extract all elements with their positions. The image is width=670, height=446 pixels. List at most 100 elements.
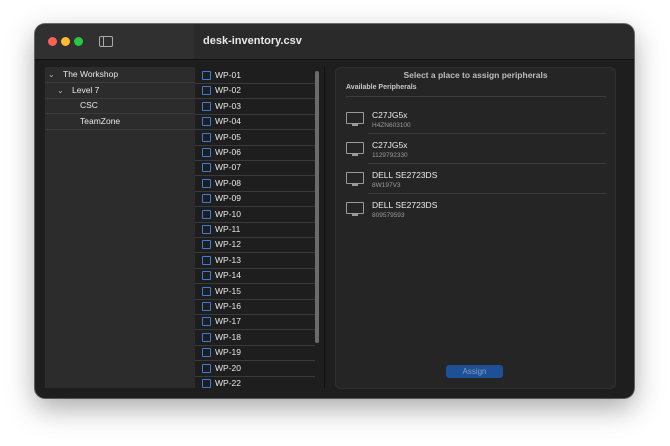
peripheral-item[interactable]: DELL SE2723DS 8W197V3 bbox=[336, 164, 615, 194]
peripheral-item[interactable]: C27JG5x H4ZN603100 bbox=[336, 104, 615, 134]
desk-label: WP-18 bbox=[215, 332, 241, 342]
desk-label: WP-05 bbox=[215, 132, 241, 142]
desk-checkbox[interactable] bbox=[202, 287, 211, 296]
desk-checkbox[interactable] bbox=[202, 71, 211, 80]
desk-label: WP-17 bbox=[215, 316, 241, 326]
peripheral-item[interactable]: C27JG5x 1129792330 bbox=[336, 134, 615, 164]
desk-row[interactable]: WP-14 bbox=[195, 268, 315, 284]
desk-checkbox[interactable] bbox=[202, 364, 211, 373]
chevron-down-icon[interactable]: ⌄ bbox=[57, 83, 64, 98]
monitor-icon bbox=[346, 172, 364, 186]
desk-label: WP-15 bbox=[215, 286, 241, 296]
peripheral-serial: 809579593 bbox=[372, 212, 405, 219]
tree-item-label: Level 7 bbox=[72, 85, 100, 95]
peripheral-name: DELL SE2723DS bbox=[372, 200, 438, 210]
close-window-button[interactable] bbox=[48, 37, 57, 46]
desk-row[interactable]: WP-18 bbox=[195, 330, 315, 346]
tree-item-label: The Workshop bbox=[63, 69, 119, 79]
desk-label: WP-08 bbox=[215, 178, 241, 188]
desk-row[interactable]: WP-13 bbox=[195, 253, 315, 269]
tree-item-the-workshop[interactable]: ⌄ The Workshop bbox=[45, 67, 195, 83]
peripheral-name: C27JG5x bbox=[372, 140, 408, 150]
desk-label: WP-07 bbox=[215, 162, 241, 172]
desk-checkbox[interactable] bbox=[202, 271, 211, 280]
desk-checkbox[interactable] bbox=[202, 210, 211, 219]
peripheral-serial: 8W197V3 bbox=[372, 182, 401, 189]
minimize-window-button[interactable] bbox=[61, 37, 70, 46]
desk-checkbox[interactable] bbox=[202, 148, 211, 157]
desk-label: WP-16 bbox=[215, 301, 241, 311]
desk-list: WP-01 WP-02 WP-03 WP-04 WP-05 WP-06 WP-0… bbox=[195, 67, 323, 388]
desk-row[interactable]: WP-19 bbox=[195, 345, 315, 361]
desk-list-scrollbar[interactable] bbox=[315, 71, 319, 343]
tree-item-csc[interactable]: CSC bbox=[45, 98, 195, 114]
chevron-down-icon[interactable]: ⌄ bbox=[48, 67, 55, 82]
desk-checkbox[interactable] bbox=[202, 163, 211, 172]
section-divider bbox=[346, 96, 606, 97]
title-bar: desk-inventory.csv bbox=[35, 24, 634, 60]
tree-item-teamzone[interactable]: TeamZone bbox=[45, 114, 195, 130]
desk-row[interactable]: WP-09 bbox=[195, 191, 315, 207]
desk-row[interactable]: WP-03 bbox=[195, 99, 315, 115]
desk-checkbox[interactable] bbox=[202, 86, 211, 95]
desk-checkbox[interactable] bbox=[202, 225, 211, 234]
monitor-icon bbox=[346, 142, 364, 156]
desk-row[interactable]: WP-04 bbox=[195, 114, 315, 130]
monitor-icon bbox=[346, 202, 364, 216]
desk-row[interactable]: WP-08 bbox=[195, 176, 315, 192]
desk-row[interactable]: WP-22 bbox=[195, 376, 315, 388]
desk-label: WP-19 bbox=[215, 347, 241, 357]
assign-button[interactable]: Assign bbox=[446, 365, 503, 378]
desk-checkbox[interactable] bbox=[202, 240, 211, 249]
app-window: desk-inventory.csv ⌄ The Workshop ⌄ Leve… bbox=[35, 24, 634, 398]
tree-item-level-7[interactable]: ⌄ Level 7 bbox=[45, 83, 195, 99]
location-tree: ⌄ The Workshop ⌄ Level 7 CSC TeamZone bbox=[45, 67, 196, 388]
desk-label: WP-04 bbox=[215, 116, 241, 126]
panel-title: Select a place to assign peripherals bbox=[403, 70, 548, 80]
desk-label: WP-14 bbox=[215, 270, 241, 280]
desk-row[interactable]: WP-06 bbox=[195, 145, 315, 161]
desk-label: WP-02 bbox=[215, 85, 241, 95]
desk-checkbox[interactable] bbox=[202, 102, 211, 111]
desk-checkbox[interactable] bbox=[202, 302, 211, 311]
desk-row[interactable]: WP-12 bbox=[195, 237, 315, 253]
peripheral-name: C27JG5x bbox=[372, 110, 408, 120]
peripheral-serial: 1129792330 bbox=[372, 152, 408, 159]
desk-checkbox[interactable] bbox=[202, 379, 211, 388]
assign-panel: Select a place to assign peripherals Ava… bbox=[335, 67, 616, 389]
split-divider[interactable] bbox=[324, 67, 325, 388]
desk-row[interactable]: WP-11 bbox=[195, 222, 315, 238]
desk-checkbox[interactable] bbox=[202, 348, 211, 357]
desk-checkbox[interactable] bbox=[202, 117, 211, 126]
desk-row[interactable]: WP-07 bbox=[195, 160, 315, 176]
desk-row[interactable]: WP-16 bbox=[195, 299, 315, 315]
desk-label: WP-20 bbox=[215, 363, 241, 373]
desk-row[interactable]: WP-02 bbox=[195, 83, 315, 99]
desk-label: WP-06 bbox=[215, 147, 241, 157]
desk-checkbox[interactable] bbox=[202, 133, 211, 142]
maximize-window-button[interactable] bbox=[74, 37, 83, 46]
desk-row[interactable]: WP-17 bbox=[195, 314, 315, 330]
desk-row[interactable]: WP-15 bbox=[195, 284, 315, 300]
desk-row[interactable]: WP-05 bbox=[195, 130, 315, 146]
desk-label: WP-01 bbox=[215, 70, 241, 80]
desk-label: WP-11 bbox=[215, 224, 241, 234]
desk-label: WP-09 bbox=[215, 193, 241, 203]
desk-checkbox[interactable] bbox=[202, 194, 211, 203]
monitor-icon bbox=[346, 112, 364, 126]
desk-row[interactable]: WP-20 bbox=[195, 361, 315, 377]
desk-row[interactable]: WP-01 bbox=[195, 68, 315, 84]
peripheral-item[interactable]: DELL SE2723DS 809579593 bbox=[336, 194, 615, 224]
peripheral-serial: H4ZN603100 bbox=[372, 122, 411, 129]
desk-checkbox[interactable] bbox=[202, 333, 211, 342]
tree-item-label: CSC bbox=[80, 100, 98, 110]
tree-item-label: TeamZone bbox=[80, 116, 121, 126]
title-bar-sidebar-area bbox=[35, 24, 194, 59]
sidebar-toggle-icon[interactable] bbox=[99, 36, 113, 47]
desk-checkbox[interactable] bbox=[202, 317, 211, 326]
desk-checkbox[interactable] bbox=[202, 256, 211, 265]
peripheral-name: DELL SE2723DS bbox=[372, 170, 438, 180]
desk-row[interactable]: WP-10 bbox=[195, 207, 315, 223]
desk-checkbox[interactable] bbox=[202, 179, 211, 188]
desk-label: WP-13 bbox=[215, 255, 241, 265]
